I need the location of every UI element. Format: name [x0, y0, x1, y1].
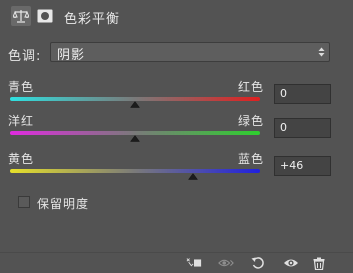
preserve-luminosity-checkbox[interactable]	[18, 196, 30, 208]
tone-select-value: 阴影	[57, 48, 86, 63]
mask-icon[interactable]	[35, 6, 55, 26]
panel-title: 色彩平衡	[64, 12, 121, 27]
yellow-blue-value-field[interactable]: +46	[274, 156, 331, 176]
slider-row-magenta-green: 洋红 绿色 0	[0, 112, 353, 152]
select-arrows-icon	[318, 47, 325, 57]
label-blue: 蓝色	[237, 152, 264, 166]
label-green: 绿色	[237, 114, 264, 128]
properties-panel: 色彩平衡 色调: 阴影 青色 红色 0 洋红 绿色 0 黄色 蓝色 +46 保留…	[0, 0, 353, 273]
tone-select[interactable]: 阴影	[50, 42, 330, 63]
cyan-red-value-field[interactable]: 0	[274, 84, 331, 104]
label-cyan: 青色	[8, 80, 35, 94]
visibility-toggle-icon[interactable]	[218, 256, 234, 270]
trash-icon[interactable]	[311, 256, 327, 270]
slider-handle[interactable]	[130, 101, 140, 108]
preserve-luminosity-label: 保留明度	[37, 197, 90, 211]
label-magenta: 洋红	[8, 114, 35, 128]
slider-handle[interactable]	[187, 173, 198, 180]
magenta-green-value-field[interactable]: 0	[274, 118, 331, 138]
label-red: 红色	[237, 80, 264, 94]
panel-footer	[0, 252, 353, 273]
balance-icon[interactable]	[11, 6, 31, 26]
clip-to-layer-icon[interactable]	[186, 256, 202, 270]
slider-track[interactable]	[10, 169, 260, 173]
slider-row-yellow-blue: 黄色 蓝色 +46	[0, 150, 353, 190]
slider-handle[interactable]	[130, 135, 140, 142]
panel-header: 色彩平衡	[0, 0, 353, 36]
reset-icon[interactable]	[250, 256, 266, 270]
label-yellow: 黄色	[8, 152, 35, 166]
tone-label: 色调:	[8, 49, 42, 64]
eye-icon[interactable]	[283, 256, 299, 270]
